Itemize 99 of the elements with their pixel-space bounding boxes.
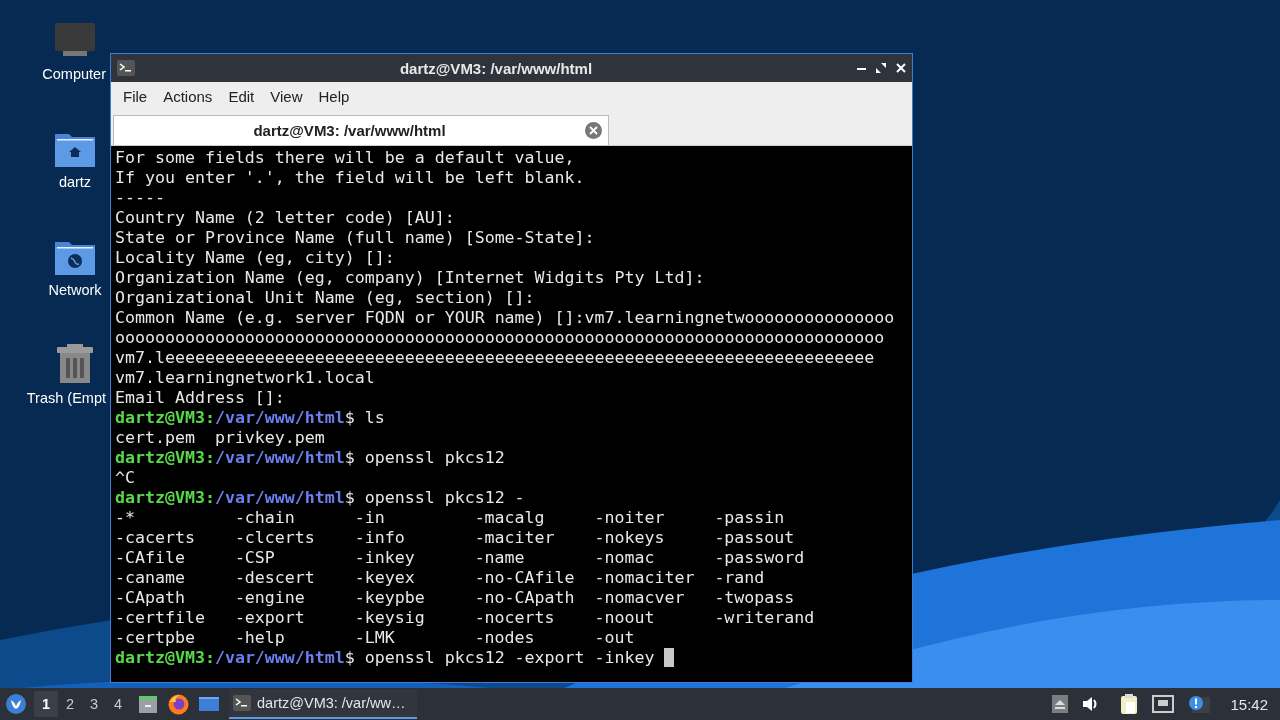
terminal-line: vm7.learningnetwork1.local bbox=[115, 368, 375, 388]
menu-item[interactable]: Actions bbox=[155, 88, 221, 105]
prompt-user: dartz@VM3: bbox=[115, 488, 215, 508]
completion-option: -nodes bbox=[474, 628, 595, 648]
completion-option: -chain bbox=[234, 508, 355, 528]
completion-option: -passout bbox=[714, 528, 835, 548]
close-tab-icon[interactable] bbox=[585, 122, 602, 139]
window-title: dartz@VM3: /var/www/html bbox=[398, 59, 594, 77]
completion-option: -writerand bbox=[714, 608, 835, 628]
completion-option: -inkey bbox=[354, 548, 475, 568]
completion-option: -noiter bbox=[594, 508, 715, 528]
prompt-path: /var/www/html bbox=[214, 648, 345, 668]
menu-item[interactable]: View bbox=[262, 88, 311, 105]
workspace-button[interactable]: 2 bbox=[58, 691, 82, 717]
terminal-command: $ ls bbox=[344, 408, 385, 428]
browser-icon[interactable] bbox=[168, 693, 189, 715]
prompt-user: dartz@VM3: bbox=[115, 648, 215, 668]
terminal-line: Country Name (2 letter code) [AU]: bbox=[115, 208, 455, 228]
completion-option: -keyex bbox=[354, 568, 475, 588]
completion-option: -caname bbox=[115, 568, 235, 588]
icon-label: Network bbox=[48, 282, 102, 298]
completion-option: -keysig bbox=[354, 608, 475, 628]
taskbar-task[interactable]: dartz@VM3: /var/ww… bbox=[229, 689, 417, 719]
completion-option: -engine bbox=[234, 588, 355, 608]
terminal-tab[interactable]: dartz@VM3: /var/www/html bbox=[113, 115, 609, 145]
completion-option: -rand bbox=[714, 568, 835, 588]
completion-option: -nomac bbox=[594, 548, 715, 568]
terminal-line: Organization Name (eg, company) [Internet Widgits Pty Ltd]: bbox=[115, 268, 705, 288]
completion-option: -nomaciter bbox=[594, 568, 715, 588]
icon-label: dartz bbox=[58, 174, 92, 190]
completion-option: -keypbe bbox=[354, 588, 475, 608]
completion-option: -passin bbox=[714, 508, 835, 528]
terminal-line: Common Name (e.g. server FQDN or YOUR name) []:vm7.learningnetwooooooooooooooo bbox=[115, 308, 895, 328]
start-menu-icon[interactable] bbox=[6, 694, 26, 714]
workspace-button[interactable]: 4 bbox=[106, 691, 130, 717]
completion-option: -descert bbox=[234, 568, 355, 588]
clock: 15:42 bbox=[1230, 695, 1268, 713]
completion-option: -certfile bbox=[115, 608, 235, 628]
menu-item[interactable]: Edit bbox=[220, 88, 263, 105]
completion-option: -CAfile bbox=[115, 548, 235, 568]
completion-option: -info bbox=[354, 528, 475, 548]
prompt-user: dartz@VM3: bbox=[115, 448, 215, 468]
icon-label: Computer bbox=[42, 66, 106, 82]
network-wired-icon[interactable] bbox=[1152, 695, 1175, 713]
prompt-path: /var/www/html bbox=[214, 408, 345, 428]
menu-item[interactable]: Help bbox=[310, 88, 358, 105]
trash-icon[interactable] bbox=[56, 344, 94, 384]
terminal-line: Locality Name (eg, city) []: bbox=[115, 248, 395, 268]
completion-option: -in bbox=[354, 508, 475, 528]
notification-icon[interactable] bbox=[1188, 695, 1211, 713]
maximize-icon[interactable] bbox=[876, 63, 886, 73]
terminal-line: If you enter '.', the field will be left blank. bbox=[115, 168, 585, 188]
file-cabinet-icon[interactable] bbox=[138, 694, 158, 714]
completion-option: -certpbe bbox=[115, 628, 235, 648]
terminal-command: $ openssl pkcs12 bbox=[344, 448, 505, 468]
completion-option: -export bbox=[234, 608, 355, 628]
close-icon[interactable] bbox=[896, 63, 906, 73]
terminal-line: vm7.leeeeeeeeeeeeeeeeeeeeeeeeeeeeeeeeeeeeeeeeeeeeeeeeeeeeeeeeeeeeeeeeeeeeeee bbox=[115, 348, 875, 368]
completion-option: -CSP bbox=[234, 548, 355, 568]
completion-option: -no-CApath bbox=[474, 588, 595, 608]
terminal-line: cert.pem privkey.pem bbox=[115, 428, 325, 448]
terminal-command: $ openssl pkcs12 - bbox=[344, 488, 525, 508]
completion-option: -password bbox=[714, 548, 835, 568]
clipboard-icon[interactable] bbox=[1120, 694, 1139, 714]
completion-option: -clcerts bbox=[234, 528, 355, 548]
completion-option: -nomacver bbox=[594, 588, 715, 608]
completion-option: -* bbox=[115, 508, 235, 528]
terminal-line: ----- bbox=[115, 188, 165, 208]
completion-option: -maciter bbox=[474, 528, 595, 548]
completion-option: -noout bbox=[594, 608, 715, 628]
completion-option: -help bbox=[234, 628, 355, 648]
terminal-line: Email Address []: bbox=[115, 388, 285, 408]
desktop-icon[interactable] bbox=[199, 695, 219, 713]
terminal-line: State or Province Name (full name) [Some-State]: bbox=[115, 228, 595, 248]
terminal-command: $ openssl pkcs12 -export -inkey bbox=[344, 648, 655, 668]
terminal-line: Organizational Unit Name (eg, section) []: bbox=[115, 288, 535, 308]
completion-option: -cacerts bbox=[115, 528, 235, 548]
menu-item[interactable]: File bbox=[115, 88, 156, 105]
icon-label: Trash (Empt bbox=[26, 390, 106, 406]
terminal-icon bbox=[233, 695, 251, 711]
terminal-line: ^C bbox=[115, 468, 135, 488]
completion-option: -out bbox=[594, 628, 715, 648]
completion-option: -twopass bbox=[714, 588, 835, 608]
completion-option: -LMK bbox=[354, 628, 475, 648]
prompt-path: /var/www/html bbox=[214, 448, 345, 468]
terminal-line: For some fields there will be a default value, bbox=[115, 148, 575, 168]
prompt-path: /var/www/html bbox=[214, 488, 345, 508]
eject-icon[interactable] bbox=[1052, 695, 1069, 713]
completion-option: -no-CAfile bbox=[474, 568, 595, 588]
completion-option: -macalg bbox=[474, 508, 595, 528]
workspace-button[interactable]: 3 bbox=[82, 691, 106, 717]
completion-option: -name bbox=[474, 548, 595, 568]
completion-option: -nocerts bbox=[474, 608, 595, 628]
completion-option: -nokeys bbox=[594, 528, 715, 548]
completion-option: -CApath bbox=[115, 588, 235, 608]
workspace-button[interactable]: 1 bbox=[34, 691, 58, 717]
terminal-line: ooooooooooooooooooooooooooooooooooooooooooooooooooooooooooooooooooooooooooooo bbox=[115, 328, 885, 348]
prompt-user: dartz@VM3: bbox=[115, 408, 215, 428]
terminal-icon bbox=[117, 60, 135, 76]
